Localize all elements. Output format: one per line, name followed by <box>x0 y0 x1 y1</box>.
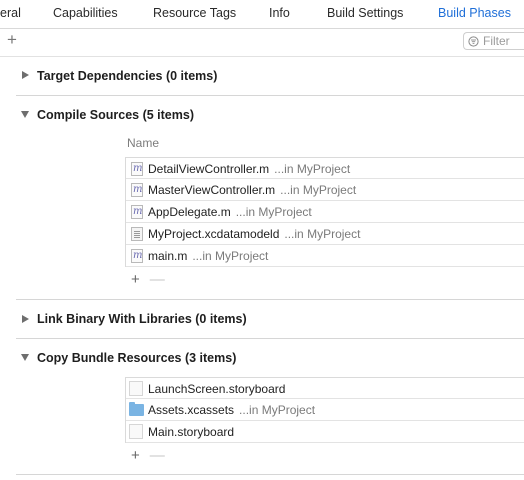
tab-bar: eral Capabilities Resource Tags Info Bui… <box>0 0 524 28</box>
storyboard-icon <box>129 381 143 396</box>
phase-separator <box>16 95 524 96</box>
remove-file-button[interactable]: — <box>150 271 165 288</box>
filter-field[interactable] <box>463 32 524 50</box>
folder-icon <box>129 402 144 416</box>
add-file-button[interactable]: + <box>131 447 140 464</box>
column-header-name[interactable]: Name <box>127 136 159 150</box>
m-file-icon: m <box>131 183 143 197</box>
toolbar-divider <box>0 56 524 57</box>
compile-sources-table: m DetailViewController.m ...in MyProject … <box>125 157 524 267</box>
remove-file-button[interactable]: — <box>150 447 165 464</box>
disclosure-collapsed-icon[interactable] <box>22 71 29 79</box>
phases-toolbar: + <box>0 29 524 55</box>
tab-build-phases[interactable]: Build Phases <box>438 6 511 20</box>
table-row[interactable]: m AppDelegate.m ...in MyProject <box>126 201 524 223</box>
file-name: AppDelegate.m <box>148 205 231 219</box>
file-name: MasterViewController.m <box>148 183 276 197</box>
file-name: LaunchScreen.storyboard <box>148 382 286 396</box>
file-location: ...in MyProject <box>235 205 312 219</box>
phase-separator <box>16 474 524 475</box>
table-row[interactable]: Main.storyboard <box>126 421 524 443</box>
filter-icon <box>468 36 479 47</box>
file-name: Assets.xcassets <box>148 403 235 417</box>
table-row[interactable]: MyProject.xcdatamodeld ...in MyProject <box>126 223 524 245</box>
m-file-icon: m <box>131 205 143 219</box>
phase-link-binary[interactable]: Link Binary With Libraries (0 items) <box>37 312 247 326</box>
table-row[interactable]: m main.m ...in MyProject <box>126 245 524 267</box>
file-name: MyProject.xcdatamodeld <box>148 227 280 241</box>
copy-resources-add-remove: + — <box>131 447 165 464</box>
phase-target-dependencies[interactable]: Target Dependencies (0 items) <box>37 69 217 83</box>
tab-info[interactable]: Info <box>269 6 290 20</box>
phase-copy-bundle-resources[interactable]: Copy Bundle Resources (3 items) <box>37 351 236 365</box>
table-row[interactable]: LaunchScreen.storyboard <box>126 377 524 399</box>
compile-sources-add-remove: + — <box>131 271 165 288</box>
phase-separator <box>16 338 524 339</box>
file-location: ...in MyProject <box>284 227 361 241</box>
tab-resource-tags[interactable]: Resource Tags <box>153 6 236 20</box>
add-phase-button[interactable]: + <box>4 31 20 48</box>
file-location: ...in MyProject <box>239 403 316 417</box>
table-row[interactable]: Assets.xcassets ...in MyProject <box>126 399 524 421</box>
filter-input[interactable] <box>483 34 523 48</box>
phase-compile-sources[interactable]: Compile Sources (5 items) <box>37 108 194 122</box>
tab-build-settings[interactable]: Build Settings <box>327 6 403 20</box>
disclosure-expanded-icon[interactable] <box>21 354 29 361</box>
tab-general[interactable]: eral <box>0 6 21 20</box>
file-name: DetailViewController.m <box>148 162 270 176</box>
file-location: ...in MyProject <box>192 249 269 263</box>
file-location: ...in MyProject <box>280 183 357 197</box>
file-location: ...in MyProject <box>274 162 351 176</box>
disclosure-expanded-icon[interactable] <box>21 111 29 118</box>
phase-separator <box>16 299 524 300</box>
table-row[interactable]: m DetailViewController.m ...in MyProject <box>126 157 524 179</box>
storyboard-icon <box>129 424 143 439</box>
table-row[interactable]: m MasterViewController.m ...in MyProject <box>126 179 524 201</box>
file-name: Main.storyboard <box>148 425 235 439</box>
datamodel-icon <box>131 227 143 241</box>
tab-capabilities[interactable]: Capabilities <box>53 6 118 20</box>
m-file-icon: m <box>131 162 143 176</box>
disclosure-collapsed-icon[interactable] <box>22 315 29 323</box>
add-file-button[interactable]: + <box>131 271 140 288</box>
file-name: main.m <box>148 249 188 263</box>
m-file-icon: m <box>131 249 143 263</box>
copy-resources-table: LaunchScreen.storyboard Assets.xcassets.… <box>125 377 524 443</box>
